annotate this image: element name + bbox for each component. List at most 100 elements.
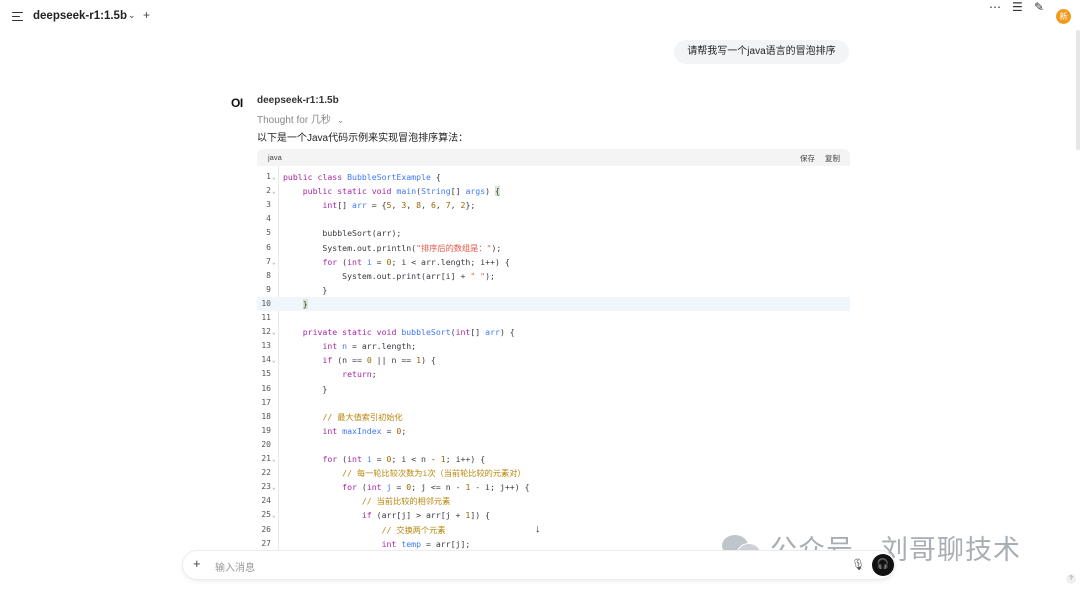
fold-chevron-icon[interactable]: ⌄ — [272, 509, 276, 523]
plus-icon[interactable]: + — [143, 8, 150, 22]
fold-chevron-icon[interactable]: ⌄ — [272, 326, 276, 340]
fold-chevron-icon[interactable]: ⌄ — [272, 171, 276, 185]
line-number: 10 — [261, 298, 271, 308]
code-line: 24 // 当前比较的相邻元素 — [257, 494, 850, 508]
code-editor[interactable]: 1 ⌄ public class BubbleSortExample {2 ⌄ pub… — [257, 166, 850, 550]
line-number: 27 — [261, 538, 271, 548]
line-number: 1 — [266, 172, 271, 181]
code-text: if (arr[j] > arr[j + 1]) { — [361, 510, 491, 521]
line-number: 6 — [266, 242, 271, 252]
line-number: 2 — [266, 186, 271, 196]
assistant-intro: 以下是一个Java代码示例来实现冒泡排序算法： — [257, 133, 469, 144]
code-line: 4 — [257, 212, 850, 226]
code-line: 10 } — [257, 296, 850, 311]
menu-icon[interactable] — [12, 12, 23, 21]
line-number: 21 — [261, 454, 271, 463]
more-icon[interactable]: ⋯ — [989, 0, 1001, 14]
user-message: 请帮我写一个java语言的冒泡排序 — [674, 40, 849, 64]
line-number: 18 — [261, 411, 271, 421]
code-text: // 最大值索引初始化 — [322, 411, 403, 422]
code-text: for (int i = 0; i < arr.length; i++) { — [322, 256, 510, 267]
arrow-down-icon[interactable]: ↓ — [535, 523, 541, 535]
code-text: for (int i = 0; i < n - 1; i++) { — [322, 454, 486, 464]
message-input-bar[interactable]: + 输入消息 🎙 🎧 — [183, 551, 894, 579]
code-text: public class BubbleSortExample { — [283, 172, 441, 182]
line-number: 7 — [266, 256, 271, 266]
line-number: 25 — [261, 510, 271, 520]
code-line: 11 — [257, 311, 850, 325]
fold-chevron-icon[interactable]: ⌄ — [272, 185, 276, 199]
fold-chevron-icon[interactable]: ⌄ — [272, 453, 276, 467]
code-text: System.out.println("排序后的数组是："); — [283, 242, 502, 253]
code-text: } — [283, 383, 328, 394]
line-number: 24 — [261, 496, 271, 506]
code-text: return; — [342, 369, 377, 380]
line-number: 14 — [261, 355, 271, 365]
code-text: bubbleSort(arr); — [283, 228, 402, 239]
line-number: 11 — [261, 313, 271, 322]
line-number: 20 — [261, 439, 271, 449]
chevron-down-icon: ⌄ — [336, 115, 345, 125]
line-number: 3 — [266, 200, 271, 210]
message-input[interactable]: 输入消息 — [215, 559, 255, 574]
line-number: 5 — [266, 228, 271, 238]
code-line: 18 // 最大值索引初始化 — [257, 410, 850, 424]
code-line: 16 } — [257, 382, 850, 396]
sliders-icon[interactable]: ☰ — [1012, 0, 1023, 14]
help-button[interactable]: ? — [1066, 574, 1076, 584]
mic-icon[interactable]: 🎙 — [851, 558, 865, 571]
code-text: } — [302, 298, 308, 309]
code-text: // 当前比较的相邻元素 — [361, 496, 451, 507]
line-number: 15 — [261, 369, 271, 379]
code-line: 17 — [257, 396, 850, 410]
code-line: 22 // 每一轮比较次数为i次（当前轮比较的元素对） — [257, 466, 850, 480]
code-text: System.out.print(arr[i] + " "); — [283, 270, 495, 281]
scrollbar[interactable] — [1076, 30, 1080, 150]
code-line: 20 — [257, 438, 850, 452]
line-number: 22 — [261, 468, 271, 478]
code-line: 21 ⌄ for (int i = 0; i < n - 1; i++) { — [257, 452, 850, 466]
line-number: 4 — [266, 214, 271, 224]
code-text: int maxIndex = 0; — [322, 425, 407, 436]
line-number: 8 — [266, 270, 271, 280]
code-line: 15 return; — [257, 367, 850, 381]
code-text: public static void main(String[] args) { — [302, 186, 500, 197]
top-bar: deepseek-r1:1.5b ⌄ + ⋯ ☰ ✎ 新 — [0, 0, 1080, 34]
line-number: 23 — [261, 482, 271, 492]
line-number: 12 — [261, 327, 271, 337]
code-line: 6 System.out.println("排序后的数组是："); — [257, 241, 850, 255]
code-line: 12 ⌄ private static void bubbleSort(int[]… — [257, 325, 850, 339]
code-line: 1 ⌄ public class BubbleSortExample { — [257, 170, 850, 184]
thought-toggle[interactable]: Thought for 几秒 ⌄ — [257, 111, 344, 126]
code-text: private static void bubbleSort(int[] arr… — [302, 327, 515, 338]
code-line: 7 ⌄ for (int i = 0; i < arr.length; i++) … — [257, 255, 850, 269]
code-text: int temp = arr[j]; — [381, 538, 471, 549]
code-language: java — [268, 153, 282, 162]
model-selector-label[interactable]: deepseek-r1:1.5b — [33, 10, 127, 22]
fold-chevron-icon[interactable]: ⌄ — [272, 256, 276, 270]
save-button[interactable]: 保存 — [800, 153, 815, 164]
edit-icon[interactable]: ✎ — [1034, 0, 1044, 14]
code-text: int n = arr.length; — [322, 341, 417, 352]
code-line: 3 int[] arr = {5, 3, 8, 6, 7, 2}; — [257, 198, 850, 212]
code-line: 13 int n = arr.length; — [257, 339, 850, 353]
fold-chevron-icon[interactable]: ⌄ — [272, 481, 276, 495]
code-text: // 每一轮比较次数为i次（当前轮比较的元素对） — [342, 468, 526, 479]
chevron-down-icon[interactable]: ⌄ — [128, 10, 136, 21]
code-line: 8 System.out.print(arr[i] + " "); — [257, 269, 850, 283]
headphones-icon[interactable]: 🎧 — [872, 554, 894, 576]
code-text: // 交换两个元素 — [381, 524, 446, 535]
code-block-header: java 保存 复制 — [257, 149, 850, 166]
code-line: 9 } — [257, 283, 850, 297]
avatar[interactable]: 新 — [1056, 9, 1071, 24]
line-number: 16 — [261, 383, 271, 393]
code-line: 19 int maxIndex = 0; — [257, 424, 850, 438]
copy-button[interactable]: 复制 — [825, 153, 840, 164]
assistant-name: deepseek-r1:1.5b — [257, 95, 339, 106]
line-number: 17 — [261, 397, 271, 407]
thought-label: Thought for 几秒 — [257, 115, 331, 126]
fold-chevron-icon[interactable]: ⌄ — [272, 354, 276, 368]
code-line: 2 ⌄ public static void main(String[] args… — [257, 184, 850, 198]
code-text: if (n == 0 || n == 1) { — [322, 355, 436, 366]
plus-icon[interactable]: + — [193, 556, 201, 571]
